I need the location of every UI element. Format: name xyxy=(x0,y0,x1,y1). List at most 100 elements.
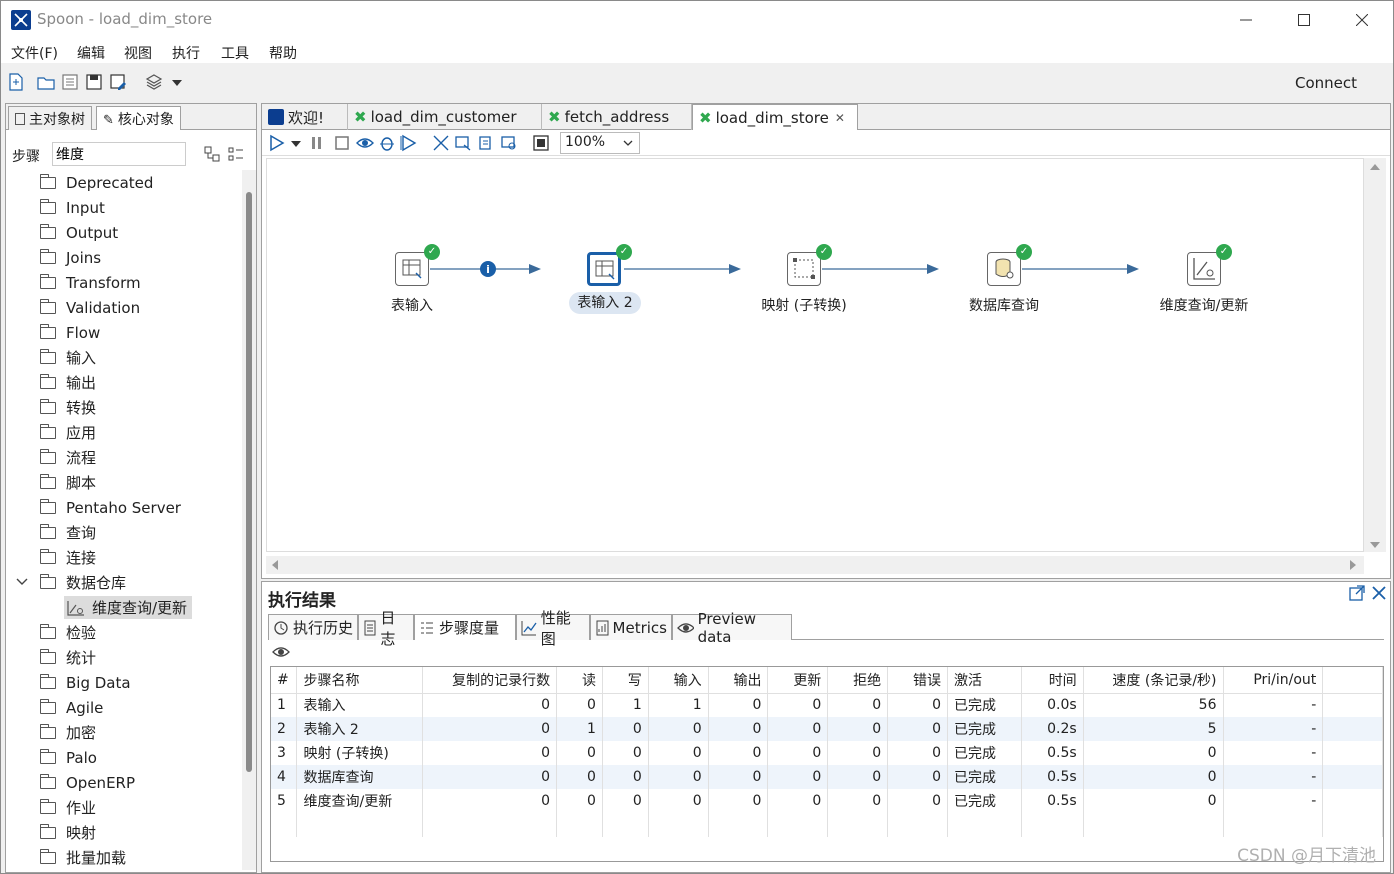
layers-icon[interactable] xyxy=(145,73,163,91)
tree-folder-input-cn[interactable]: 输入 xyxy=(6,345,242,370)
new-file-icon[interactable] xyxy=(7,73,25,91)
stop-icon[interactable] xyxy=(334,134,350,152)
canvas-horizontal-scrollbar[interactable] xyxy=(266,556,1364,574)
tree-folder-deprecated[interactable]: Deprecated xyxy=(6,170,242,195)
save-as-icon[interactable] xyxy=(109,73,127,91)
debug-icon[interactable] xyxy=(378,134,396,152)
tab-execution-history[interactable]: 执行历史 xyxy=(268,614,358,640)
menu-view[interactable]: 视图 xyxy=(124,43,152,63)
table-row[interactable]: 4 数据库查询 0 0 0 0 0 0 0 0 已完成 0.5s 0- xyxy=(271,765,1383,789)
tree-folder-pentaho-server[interactable]: Pentaho Server xyxy=(6,495,242,520)
eye-icon[interactable] xyxy=(272,644,290,660)
transformation-canvas[interactable]: i ✓ 表输入 ✓ 表输入 2 ✓ 映射 (子转换) ✓ 数据库查询 ✓ 维度查… xyxy=(266,158,1364,552)
tab-load-dim-customer[interactable]: ✖ load_dim_customer xyxy=(348,104,542,130)
explore-repository-icon[interactable] xyxy=(61,73,79,91)
column-header[interactable]: 激活 xyxy=(947,667,1022,694)
tab-core-objects[interactable]: ✎ 核心对象 xyxy=(96,106,181,130)
step-table-input[interactable] xyxy=(395,252,429,286)
tree-folder-transform[interactable]: Transform xyxy=(6,270,242,295)
column-header[interactable]: 拒绝 xyxy=(827,667,889,694)
tab-metrics[interactable]: Metrics xyxy=(590,614,672,640)
table-row[interactable]: 3 映射 (子转换) 0 0 0 0 0 0 0 0 已完成 0.5s 0- xyxy=(271,741,1383,765)
tab-step-metrics[interactable]: 步骤度量 xyxy=(414,614,516,640)
tab-preview-data[interactable]: Preview data xyxy=(672,610,792,646)
menu-run[interactable]: 执行 xyxy=(172,43,200,63)
tree-folder-joins[interactable]: Joins xyxy=(6,245,242,270)
tree-folder-big-data[interactable]: Big Data xyxy=(6,670,242,695)
column-header[interactable]: 输入 xyxy=(648,667,709,694)
tree-folder-lookup[interactable]: 查询 xyxy=(6,520,242,545)
close-button[interactable] xyxy=(1333,1,1391,39)
tree-folder-script[interactable]: 脚本 xyxy=(6,470,242,495)
step-mapping[interactable] xyxy=(787,252,821,286)
expand-all-icon[interactable] xyxy=(204,146,220,162)
tree-folder-job[interactable]: 作业 xyxy=(6,795,242,820)
table-row[interactable]: 2 表输入 2 0 1 0 0 0 0 0 0 已完成 0.2s 5- xyxy=(271,717,1383,741)
save-icon[interactable] xyxy=(85,73,103,91)
chevron-left-icon[interactable] xyxy=(270,560,280,570)
menu-file[interactable]: 文件(F) xyxy=(11,43,58,63)
tree-folder-statistics[interactable]: 统计 xyxy=(6,645,242,670)
tree-folder-encryption[interactable]: 加密 xyxy=(6,720,242,745)
column-header[interactable]: 步骤名称 xyxy=(296,667,424,694)
tree-folder-validation[interactable]: Validation xyxy=(6,295,242,320)
tree-folder-connect[interactable]: 连接 xyxy=(6,545,242,570)
tab-performance-graph[interactable]: 性能图 xyxy=(516,609,590,648)
menu-edit[interactable]: 编辑 xyxy=(77,43,105,63)
tree-folder-input[interactable]: Input xyxy=(6,195,242,220)
menu-tools[interactable]: 工具 xyxy=(221,43,249,63)
column-header[interactable]: 错误 xyxy=(887,667,948,694)
column-header[interactable]: # xyxy=(271,667,298,694)
show-results-icon[interactable] xyxy=(532,134,550,152)
column-header[interactable]: 输出 xyxy=(708,667,769,694)
tree-folder-agile[interactable]: Agile xyxy=(6,695,242,720)
step-search-input[interactable] xyxy=(52,142,186,166)
chevron-down-icon[interactable] xyxy=(1370,540,1380,550)
close-tab-icon[interactable]: ✕ xyxy=(835,111,845,125)
tree-folder-palo[interactable]: Palo xyxy=(6,745,242,770)
tree-folder-flow[interactable]: Flow xyxy=(6,320,242,345)
maximize-button[interactable] xyxy=(1275,1,1333,39)
pause-icon[interactable] xyxy=(310,134,324,152)
tree-folder-mapping[interactable]: 映射 xyxy=(6,820,242,845)
column-header[interactable]: Pri/in/out xyxy=(1223,667,1324,694)
chevron-right-icon[interactable] xyxy=(1348,560,1358,570)
tree-folder-data-warehouse[interactable]: 数据仓库 xyxy=(6,570,242,595)
column-header[interactable]: 写 xyxy=(602,667,649,694)
tab-fetch-address[interactable]: ✖ fetch_address xyxy=(542,104,692,130)
explore-db-icon[interactable] xyxy=(500,134,518,152)
close-panel-icon[interactable] xyxy=(1370,584,1388,602)
replay-icon[interactable] xyxy=(400,134,418,152)
chevron-down-icon[interactable] xyxy=(171,73,189,91)
tab-welcome[interactable]: 欢迎! xyxy=(262,104,348,130)
menu-help[interactable]: 帮助 xyxy=(269,43,297,63)
maximize-panel-icon[interactable] xyxy=(1348,584,1366,602)
tree-folder-application[interactable]: 应用 xyxy=(6,420,242,445)
run-icon[interactable] xyxy=(268,134,286,152)
tree-folder-bulk-loading[interactable]: 批量加载 xyxy=(6,845,242,870)
collapse-all-icon[interactable] xyxy=(228,146,244,162)
impact-icon[interactable] xyxy=(454,134,472,152)
canvas-vertical-scrollbar[interactable] xyxy=(1364,158,1386,552)
table-row[interactable]: 5 维度查询/更新 0 0 0 0 0 0 0 0 已完成 0.5s 0- xyxy=(271,789,1383,813)
connect-button[interactable]: Connect xyxy=(1295,74,1357,92)
preview-icon[interactable] xyxy=(356,134,374,152)
minimize-button[interactable] xyxy=(1217,1,1275,39)
chevron-down-icon[interactable] xyxy=(16,575,28,587)
tree-folder-transform-cn[interactable]: 转换 xyxy=(6,395,242,420)
tab-main-tree[interactable]: 主对象树 xyxy=(8,106,92,130)
column-header[interactable]: 时间 xyxy=(1021,667,1084,694)
zoom-select[interactable]: 100% xyxy=(560,132,640,154)
tree-folder-output-cn[interactable]: 输出 xyxy=(6,370,242,395)
chevron-up-icon[interactable] xyxy=(1370,162,1380,172)
chevron-down-icon[interactable] xyxy=(290,134,302,152)
tree-scrollbar-thumb[interactable] xyxy=(246,192,252,772)
column-header[interactable]: 读 xyxy=(556,667,603,694)
tree-item-dimension-lookup[interactable]: 维度查询/更新 xyxy=(6,595,242,620)
open-file-icon[interactable] xyxy=(37,73,55,91)
column-header[interactable]: 速度 (条记录/秒) xyxy=(1083,667,1224,694)
verify-icon[interactable] xyxy=(432,134,450,152)
tree-scrollbar[interactable] xyxy=(242,170,256,870)
tree-folder-process[interactable]: 流程 xyxy=(6,445,242,470)
tree-folder-validate[interactable]: 检验 xyxy=(6,620,242,645)
